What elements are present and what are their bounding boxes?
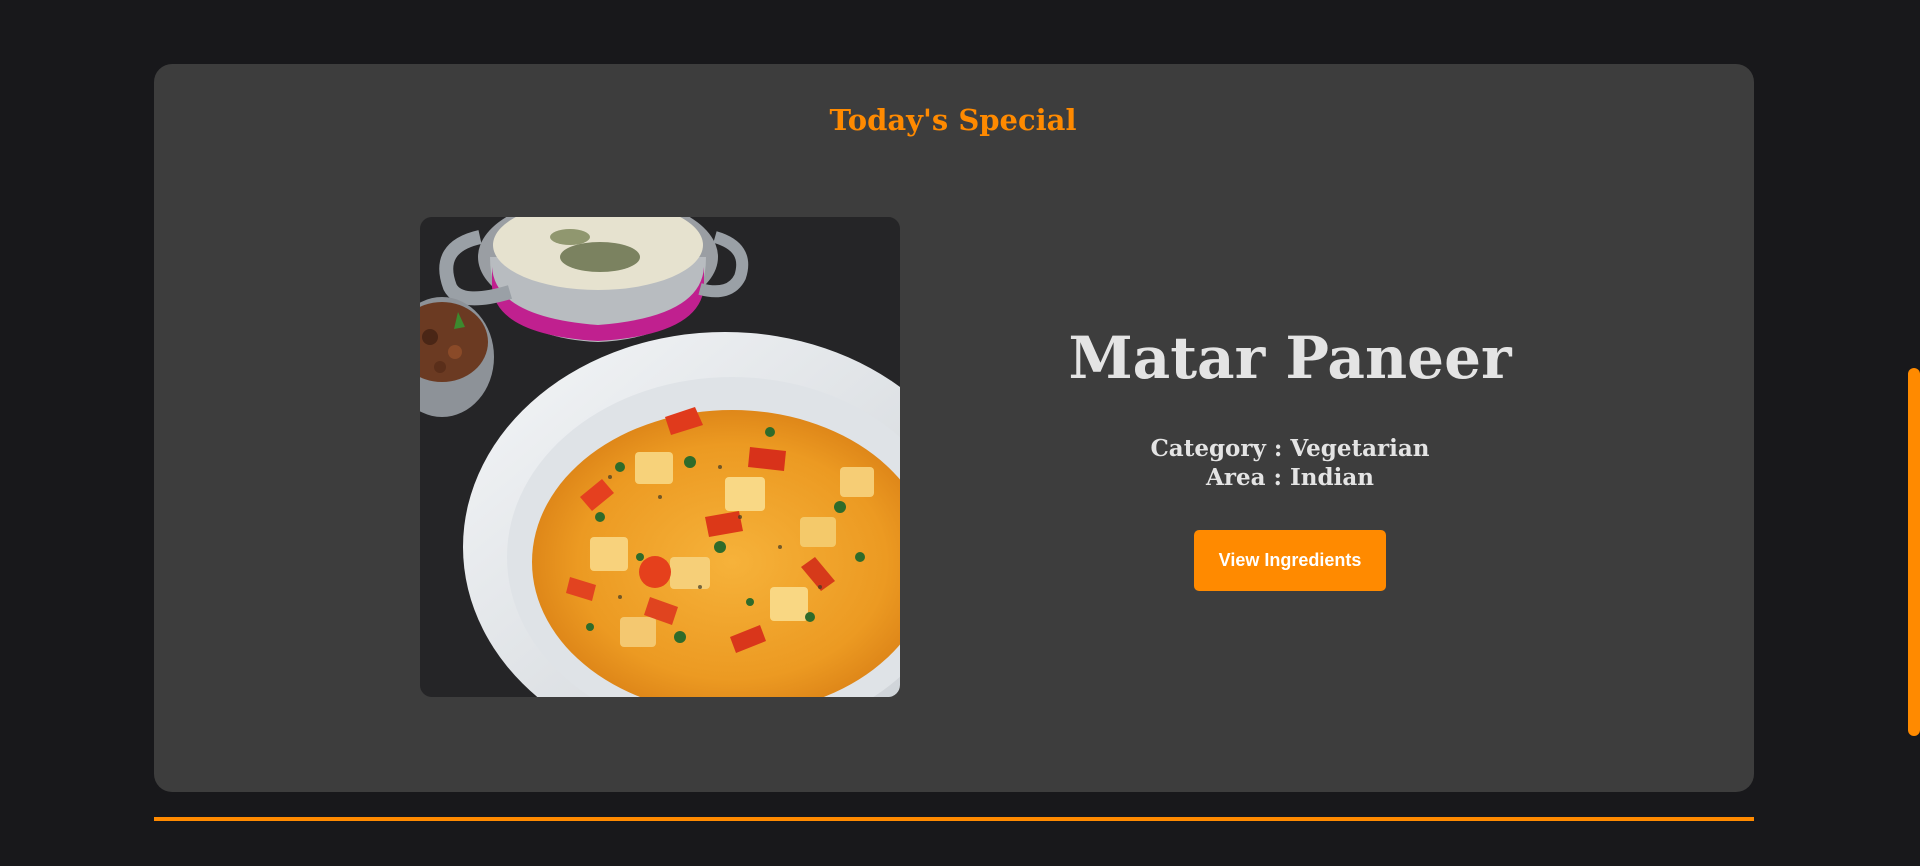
meal-category-label: Category : [1150,435,1291,462]
meal-image [420,217,900,697]
section-divider [154,817,1754,821]
meal-area: Area : Indian [1040,463,1540,492]
page: Today's Special Matar Paneer Category: … [0,0,1920,866]
view-ingredients-button[interactable]: View Ingredients [1194,530,1386,591]
meal-name: Matar Paneer [1068,324,1512,392]
meal-category: Category : Vegetarian [1040,434,1540,463]
section-title: Today's Special [829,103,1077,137]
special-card [154,64,1754,792]
meal-meta: Category : Vegetarian Area : Indian [1040,434,1540,492]
meal-area-value: Indian [1290,464,1374,491]
scrollbar-thumb[interactable] [1908,368,1920,736]
meal-category-value: Vegetarian [1290,435,1430,462]
meal-area-label: Area : [1206,464,1291,491]
